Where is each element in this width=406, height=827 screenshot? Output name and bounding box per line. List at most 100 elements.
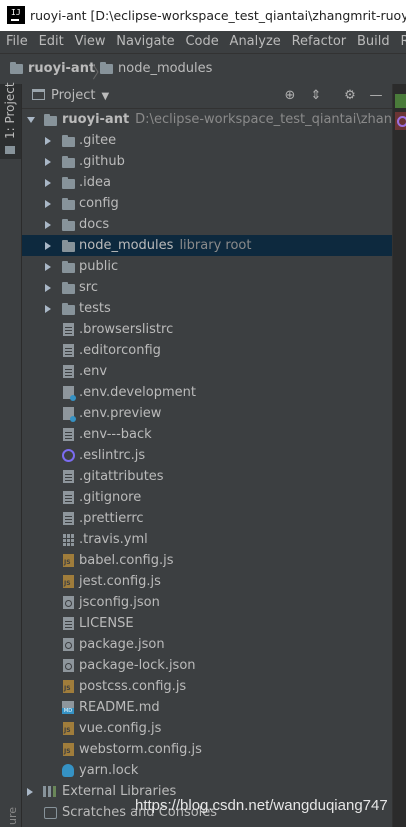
expand-arrow-icon[interactable]: [27, 117, 35, 123]
js-file-icon: JS: [63, 554, 74, 567]
tree-root[interactable]: ruoyi-ant D:\eclipse-workspace_test_qiant…: [22, 109, 392, 130]
menu-file[interactable]: File: [0, 31, 28, 53]
folder-icon: [62, 219, 75, 231]
tree-file-label: .gitattributes: [79, 469, 164, 484]
menu-build[interactable]: Build: [351, 31, 390, 53]
text-file-icon: [63, 512, 74, 525]
tree-folder[interactable]: tests: [22, 298, 392, 319]
tree-file[interactable]: JS postcss.config.js: [22, 676, 392, 697]
project-window-icon: [32, 89, 45, 100]
config-file-icon: [63, 407, 76, 422]
text-file-icon: [63, 344, 74, 357]
expand-arrow-icon[interactable]: [45, 221, 51, 229]
tree-file[interactable]: yarn.lock: [22, 760, 392, 781]
tree-file[interactable]: .env.preview: [22, 403, 392, 424]
menu-edit[interactable]: Edit: [33, 31, 64, 53]
tree-file-label: .env.development: [79, 385, 196, 400]
breadcrumb-project[interactable]: ruoyi-ant: [10, 61, 95, 76]
tree-folder-label: .github: [79, 154, 125, 169]
json-file-icon: [63, 596, 74, 609]
folder-icon: [62, 156, 75, 168]
menu-view[interactable]: View: [69, 31, 106, 53]
tree-file-label: babel.config.js: [79, 553, 174, 568]
folder-icon: [62, 282, 75, 294]
tree-file[interactable]: LICENSE: [22, 613, 392, 634]
expand-arrow-icon[interactable]: [45, 284, 51, 292]
json-file-icon: [63, 659, 74, 672]
tree-folder[interactable]: .gitee: [22, 130, 392, 151]
folder-icon: [62, 135, 75, 147]
structure-tool-tab[interactable]: ure: [2, 803, 20, 827]
tree-folder-label: node_modules library root: [79, 235, 251, 256]
tree-file[interactable]: .env: [22, 361, 392, 382]
tree-file[interactable]: .gitignore: [22, 487, 392, 508]
tree-file[interactable]: README.md: [22, 697, 392, 718]
expand-arrow-icon[interactable]: [45, 263, 51, 271]
window-title: ruoyi-ant [D:\eclipse-workspace_test_qia…: [30, 8, 406, 23]
tree-file[interactable]: .browserslistrc: [22, 319, 392, 340]
expand-arrow-icon[interactable]: [45, 179, 51, 187]
tree-file[interactable]: .editorconfig: [22, 340, 392, 361]
tree-file[interactable]: .env---back: [22, 424, 392, 445]
folder-icon: [62, 177, 75, 189]
tree-file-label: .env---back: [79, 427, 152, 442]
tree-file-label: package-lock.json: [79, 658, 196, 673]
tree-file[interactable]: JS babel.config.js: [22, 550, 392, 571]
library-root-tag: library root: [179, 238, 252, 253]
tree-folder[interactable]: src: [22, 277, 392, 298]
project-view-selector[interactable]: Project ▼: [32, 88, 109, 103]
tree-file-label: .env.preview: [79, 406, 162, 421]
tree-file[interactable]: JS webstorm.config.js: [22, 739, 392, 760]
tree-folder[interactable]: .idea: [22, 172, 392, 193]
expand-arrow-icon[interactable]: [45, 137, 51, 145]
tree-file[interactable]: .travis.yml: [22, 529, 392, 550]
tree-file[interactable]: .env.development: [22, 382, 392, 403]
tree-folder[interactable]: .github: [22, 151, 392, 172]
expand-arrow-icon[interactable]: [45, 242, 51, 250]
scratch-icon: [44, 807, 57, 819]
root-path: D:\eclipse-workspace_test_qiantai\zhangm…: [135, 112, 392, 127]
locate-icon[interactable]: ⊕: [280, 86, 300, 106]
library-icon: [43, 786, 57, 797]
js-file-icon: JS: [63, 680, 74, 693]
tree-folder[interactable]: config: [22, 193, 392, 214]
minimize-icon[interactable]: —: [366, 86, 386, 106]
menu-refactor[interactable]: Refactor: [286, 31, 347, 53]
breadcrumb: ruoyi-ant 〉 node_modules: [0, 53, 406, 85]
expand-arrow-icon[interactable]: [45, 305, 51, 313]
text-file-icon: [63, 491, 74, 504]
json-file-icon: [63, 638, 74, 651]
tree-folder[interactable]: docs: [22, 214, 392, 235]
editor-tab-icon[interactable]: [395, 112, 406, 130]
menu-analyze[interactable]: Analyze: [224, 31, 281, 53]
tree-file[interactable]: JS jest.config.js: [22, 571, 392, 592]
structure-tool-tab-label: ure: [6, 806, 19, 825]
tree-file[interactable]: .eslintrc.js: [22, 445, 392, 466]
tree-file[interactable]: package-lock.json: [22, 655, 392, 676]
tree-file[interactable]: .gitattributes: [22, 466, 392, 487]
breadcrumb-folder[interactable]: node_modules: [100, 61, 212, 76]
menu-run[interactable]: Run: [394, 31, 406, 53]
tree-file[interactable]: .prettierrc: [22, 508, 392, 529]
editor-tab-icon[interactable]: [395, 94, 406, 108]
project-tool-tab[interactable]: 1: Project: [0, 82, 21, 159]
gear-icon[interactable]: ⚙: [340, 86, 360, 106]
expand-arrow-icon[interactable]: [45, 200, 51, 208]
expand-arrow-icon[interactable]: [45, 158, 51, 166]
tree-folder-selected[interactable]: node_modules library root: [22, 235, 392, 256]
tree-file[interactable]: package.json: [22, 634, 392, 655]
left-tool-strip: 1: Project ure: [0, 82, 22, 827]
tree-folder[interactable]: public: [22, 256, 392, 277]
menu-navigate[interactable]: Navigate: [110, 31, 174, 53]
expand-arrow-icon[interactable]: [27, 788, 33, 796]
tree-file[interactable]: JS vue.config.js: [22, 718, 392, 739]
text-file-icon: [63, 470, 74, 483]
tree-file[interactable]: jsconfig.json: [22, 592, 392, 613]
tree-file-label: webstorm.config.js: [79, 742, 202, 757]
eslint-icon: [62, 449, 75, 462]
tree-file-label: .editorconfig: [79, 343, 161, 358]
collapse-all-icon[interactable]: ⇕: [306, 86, 326, 106]
menu-code[interactable]: Code: [179, 31, 218, 53]
config-file-icon: [63, 386, 76, 401]
project-tool-tab-label: 1: Project: [3, 82, 17, 139]
